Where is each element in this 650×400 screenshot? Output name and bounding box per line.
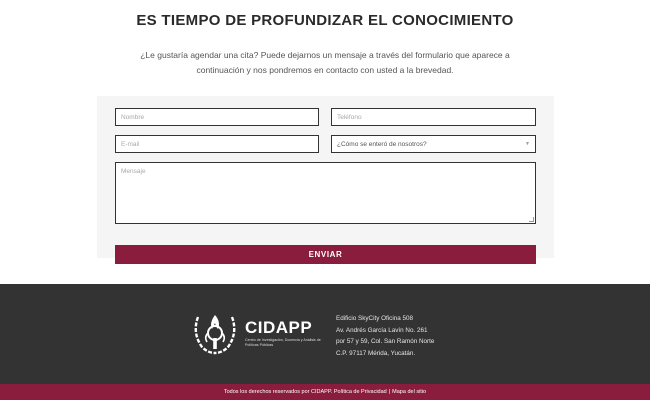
logo-wordmark: CIDAPP — [245, 318, 313, 337]
intro-line-2: continuación y nos pondremos en contacto… — [196, 65, 454, 75]
intro-text: ¿Le gustaría agendar una cita? Puede dej… — [140, 48, 510, 78]
message-textarea[interactable]: Mensaje — [115, 162, 536, 224]
intro-line-1: ¿Le gustaría agendar una cita? Puede dej… — [140, 50, 510, 60]
name-input-placeholder: Nombre — [121, 113, 145, 121]
address-block: Edificio SkyCity Oficina 508 Av. Andrés … — [336, 313, 434, 359]
address-line: Av. Andrés García Lavín No. 261 — [336, 326, 428, 334]
logo-subtitle: Centro de Investigación, Docencia y Anál… — [245, 338, 321, 347]
logo-emblem-icon — [194, 315, 236, 355]
copyright-bar: Todos los derechos reservados por CIDAPP… — [0, 384, 650, 400]
chevron-down-icon: ▼ — [525, 141, 530, 147]
sitemap-link[interactable]: Mapa del sitio — [392, 389, 426, 395]
address-line: por 57 y 59, Col. San Ramón Norte — [336, 338, 435, 346]
source-select[interactable]: ¿Cómo se enteró de nosotros? ▼ — [331, 135, 536, 153]
page-title: ES TIEMPO DE PROFUNDIZAR EL CONOCIMIENTO — [136, 12, 514, 29]
message-textarea-placeholder: Mensaje — [121, 168, 146, 175]
address-line: Edificio SkyCity Oficina 508 — [336, 315, 413, 322]
privacy-link[interactable]: Política de Privacidad — [334, 389, 387, 395]
email-input[interactable]: E-mail — [115, 135, 319, 153]
address-line: C.P. 97117 Mérida, Yucatán. — [336, 349, 416, 357]
copyright-text: Todos los derechos reservados por CIDAPP… — [223, 389, 333, 395]
name-input[interactable]: Nombre — [115, 108, 319, 126]
source-select-value: ¿Cómo se enteró de nosotros? — [337, 140, 427, 148]
resize-handle-icon[interactable] — [529, 217, 534, 222]
phone-input[interactable]: Teléfono — [331, 108, 536, 126]
footer — [0, 284, 650, 384]
email-input-placeholder: E-mail — [121, 140, 140, 148]
separator: | — [388, 389, 391, 395]
submit-button[interactable]: ENVIAR — [115, 245, 536, 264]
phone-input-placeholder: Teléfono — [337, 113, 362, 121]
